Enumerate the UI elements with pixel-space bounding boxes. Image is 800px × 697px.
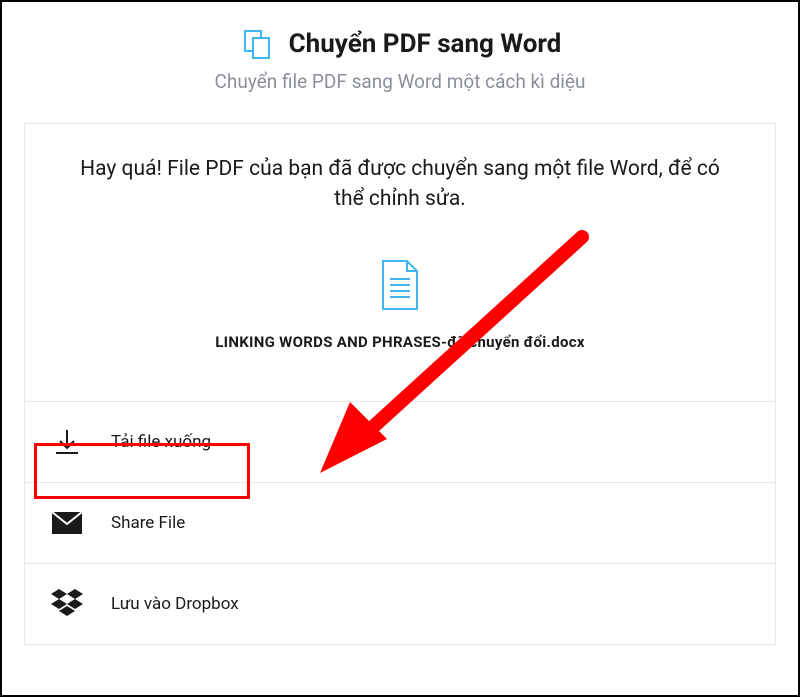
page-subtitle: Chuyển file PDF sang Word một cách kì di… — [24, 70, 776, 93]
page-header: Chuyển PDF sang Word Chuyển file PDF san… — [24, 26, 776, 93]
result-block: Hay quá! File PDF của bạn đã được chuyển… — [25, 124, 775, 402]
envelope-icon — [49, 505, 85, 541]
download-icon — [49, 424, 85, 460]
share-button[interactable]: Share File — [25, 483, 775, 564]
document-icon — [379, 259, 421, 315]
file-icon-wrap — [65, 259, 735, 315]
page-title: Chuyển PDF sang Word — [289, 29, 562, 59]
dropbox-button[interactable]: Lưu vào Dropbox — [25, 564, 775, 644]
success-message: Hay quá! File PDF của bạn đã được chuyển… — [65, 154, 735, 215]
download-button[interactable]: Tải file xuống — [25, 402, 775, 483]
dropbox-icon — [49, 586, 85, 622]
copy-pages-icon — [239, 26, 275, 62]
main-container: Chuyển PDF sang Word Chuyển file PDF san… — [2, 2, 798, 645]
download-label: Tải file xuống — [111, 432, 211, 452]
title-row: Chuyển PDF sang Word — [24, 26, 776, 62]
share-label: Share File — [111, 513, 185, 533]
converted-filename: LINKING WORDS AND PHRASES-đã chuyển đổi.… — [65, 333, 735, 351]
result-card: Hay quá! File PDF của bạn đã được chuyển… — [24, 123, 776, 645]
dropbox-label: Lưu vào Dropbox — [111, 594, 239, 614]
